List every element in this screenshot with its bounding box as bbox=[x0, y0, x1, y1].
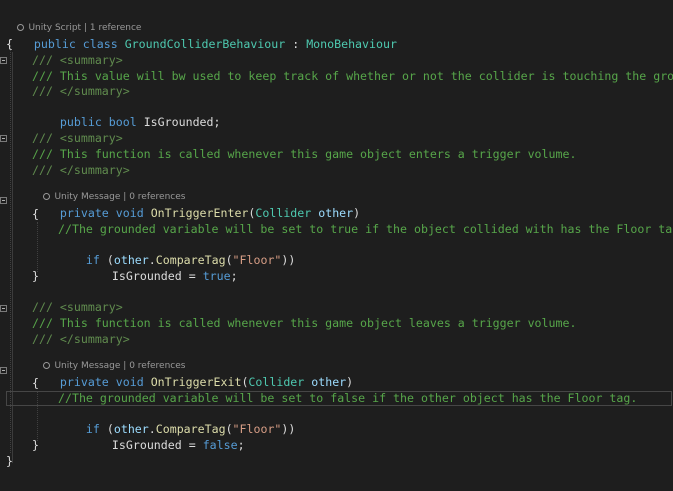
code-line-field-declaration[interactable]: public bool IsGrounded; bbox=[32, 100, 221, 129]
brace: } bbox=[32, 438, 39, 452]
semicolon: ; bbox=[237, 438, 245, 452]
method-name: OnTriggerExit bbox=[150, 375, 242, 389]
string-literal: "Floor" bbox=[232, 253, 282, 267]
code-line-class-declaration[interactable]: public class GroundColliderBehaviour : M… bbox=[6, 22, 397, 51]
code-line-if-statement[interactable]: if (other.CompareTag("Floor")) bbox=[58, 407, 295, 436]
fold-toggle-icon[interactable] bbox=[0, 135, 7, 142]
operator: = bbox=[181, 438, 203, 452]
code-line-doc-comment[interactable]: /// <summary> bbox=[32, 300, 123, 315]
brace: { bbox=[32, 376, 39, 390]
fold-toggle-icon[interactable] bbox=[0, 197, 7, 204]
param-type: Collider bbox=[248, 375, 305, 389]
code-line-comment[interactable]: //The grounded variable will be set to f… bbox=[58, 391, 637, 406]
field-reference: IsGrounded bbox=[111, 269, 182, 283]
code-line-doc-comment[interactable]: /// </summary> bbox=[32, 332, 130, 347]
code-line-doc-comment[interactable]: /// <summary> bbox=[32, 53, 123, 68]
keyword-bool: bool bbox=[108, 115, 137, 129]
brace: { bbox=[6, 37, 13, 51]
keyword-class: class bbox=[82, 37, 118, 51]
keyword-public: public bbox=[59, 115, 102, 129]
class-name: GroundColliderBehaviour bbox=[124, 37, 286, 51]
fold-toggle-icon[interactable] bbox=[0, 367, 7, 374]
code-line-method-signature[interactable]: private void OnTriggerEnter(Collider oth… bbox=[32, 191, 360, 220]
code-line-open-brace[interactable]: { bbox=[32, 376, 39, 391]
code-line-close-brace[interactable]: } bbox=[6, 454, 13, 469]
brace: { bbox=[32, 207, 39, 221]
code-line-doc-comment[interactable]: /// </summary> bbox=[32, 84, 130, 99]
paren: )) bbox=[281, 422, 296, 436]
doc-comment: /// </summary> bbox=[32, 84, 130, 98]
doc-comment: /// This function is called whenever thi… bbox=[32, 316, 577, 330]
doc-comment: /// </summary> bbox=[32, 332, 130, 346]
param-type: Collider bbox=[255, 206, 312, 220]
base-class-name: MonoBehaviour bbox=[306, 37, 397, 51]
keyword-private: private bbox=[59, 375, 109, 389]
semicolon: ; bbox=[230, 269, 238, 283]
field-name: IsGrounded; bbox=[143, 115, 221, 129]
param-name: other bbox=[311, 375, 347, 389]
doc-comment: /// This value will bw used to keep trac… bbox=[32, 69, 673, 83]
comment: //The grounded variable will be set to t… bbox=[58, 222, 673, 236]
code-line-if-statement[interactable]: if (other.CompareTag("Floor")) bbox=[58, 238, 295, 267]
keyword-private: private bbox=[59, 206, 109, 220]
colon: : bbox=[285, 37, 307, 51]
code-line-open-brace[interactable]: { bbox=[32, 207, 39, 222]
fold-toggle-icon[interactable] bbox=[0, 305, 7, 312]
keyword-false: false bbox=[202, 438, 238, 452]
code-line-close-brace[interactable]: } bbox=[32, 438, 39, 453]
doc-comment: /// </summary> bbox=[32, 163, 130, 177]
code-line-comment[interactable]: //The grounded variable will be set to t… bbox=[58, 222, 673, 237]
code-line-doc-comment[interactable]: /// </summary> bbox=[32, 163, 130, 178]
operator: = bbox=[181, 269, 203, 283]
code-line-assignment[interactable]: IsGrounded = true; bbox=[84, 254, 238, 283]
codelens-on-trigger-enter[interactable]: Unity Message | 0 references bbox=[32, 179, 185, 202]
param-name: other bbox=[318, 206, 354, 220]
code-line-doc-comment[interactable]: /// This function is called whenever thi… bbox=[32, 147, 576, 162]
paren: )) bbox=[281, 253, 296, 267]
keyword-true: true bbox=[202, 269, 231, 283]
doc-comment: /// This function is called whenever thi… bbox=[32, 147, 577, 161]
brace: } bbox=[32, 269, 39, 283]
code-line-doc-comment[interactable]: /// This function is called whenever thi… bbox=[32, 316, 576, 331]
doc-comment: /// <summary> bbox=[32, 53, 123, 67]
method-name: OnTriggerEnter bbox=[150, 206, 249, 220]
codelens-class[interactable]: Unity Script | 1 reference bbox=[6, 10, 141, 33]
codelens-on-trigger-exit[interactable]: Unity Message | 0 references bbox=[32, 348, 185, 371]
paren: ) bbox=[346, 375, 354, 389]
field-reference: IsGrounded bbox=[111, 438, 182, 452]
keyword-public: public bbox=[33, 37, 76, 51]
code-line-doc-comment[interactable]: /// This value will bw used to keep trac… bbox=[32, 69, 673, 84]
brace: } bbox=[6, 454, 13, 468]
code-line-doc-comment[interactable]: /// <summary> bbox=[32, 131, 123, 146]
keyword-void: void bbox=[115, 375, 144, 389]
code-line-assignment[interactable]: IsGrounded = false; bbox=[84, 423, 245, 452]
code-line-open-brace[interactable]: { bbox=[6, 37, 13, 52]
code-editor[interactable]: Unity Script | 1 reference public class … bbox=[0, 0, 673, 491]
doc-comment: /// <summary> bbox=[32, 300, 123, 314]
keyword-void: void bbox=[115, 206, 144, 220]
comment: //The grounded variable will be set to f… bbox=[58, 391, 638, 405]
paren: ) bbox=[353, 206, 361, 220]
code-line-method-signature[interactable]: private void OnTriggerExit(Collider othe… bbox=[32, 360, 353, 389]
code-line-close-brace[interactable]: } bbox=[32, 269, 39, 284]
doc-comment: /// <summary> bbox=[32, 131, 123, 145]
